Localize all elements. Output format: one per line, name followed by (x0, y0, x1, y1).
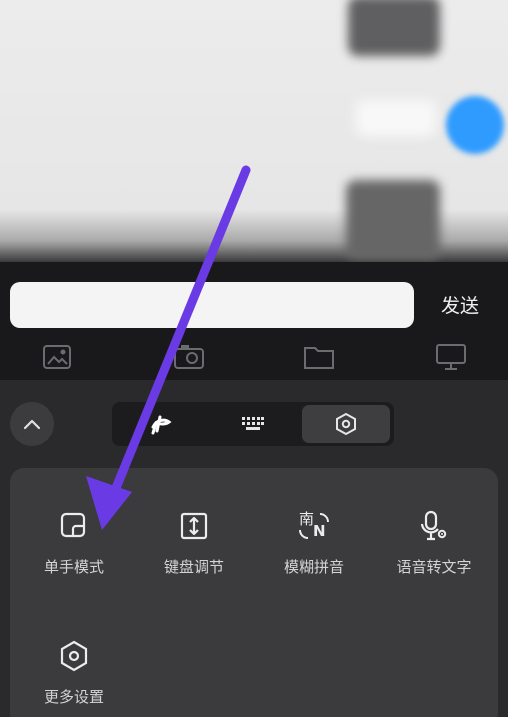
message-input[interactable] (10, 282, 414, 328)
camera-icon[interactable] (172, 340, 206, 374)
fuzzy-pinyin-icon: 南 N (296, 508, 332, 544)
chevron-up-icon (23, 419, 41, 430)
function-label: 语音转文字 (396, 558, 472, 576)
mic-settings-icon (420, 510, 447, 541)
folder-icon[interactable] (302, 340, 336, 374)
voice-to-text-button[interactable]: 语音转文字 (374, 508, 494, 608)
function-label: 更多设置 (43, 688, 104, 706)
blurred-message-bubble (356, 100, 436, 136)
one-hand-mode-button[interactable]: 单手模式 (14, 508, 134, 608)
more-settings-button[interactable]: 更多设置 (14, 638, 134, 717)
keyboard-mode-switch (112, 402, 394, 446)
resize-icon (180, 512, 208, 540)
hexagon-settings-icon (60, 640, 88, 672)
send-button[interactable]: 发送 (430, 288, 490, 324)
keyboard-settings-panel: 单手模式 键盘调节 南 N 模糊拼音 语音转文字 更多设置 (0, 380, 508, 717)
chat-history-area (0, 0, 508, 262)
one-hand-icon (60, 512, 86, 538)
function-label: 模糊拼音 (283, 558, 344, 576)
keyboard-mode-tab[interactable] (209, 405, 297, 443)
fuzzy-pinyin-button[interactable]: 南 N 模糊拼音 (254, 508, 374, 608)
blurred-image-message[interactable] (346, 180, 440, 260)
pinyin-logo-icon (151, 415, 172, 435)
message-composer: 发送 (0, 262, 508, 380)
function-label: 键盘调节 (163, 558, 224, 576)
hexagon-settings-icon (336, 412, 356, 436)
composer-toolbar (0, 340, 508, 376)
pinyin-mode-tab[interactable] (116, 405, 204, 443)
collapse-button[interactable] (10, 402, 54, 446)
image-icon[interactable] (40, 340, 74, 374)
settings-mode-tab[interactable] (302, 405, 390, 443)
keyboard-icon (242, 417, 264, 430)
blurred-image-message[interactable] (348, 0, 440, 56)
keyboard-adjust-button[interactable]: 键盘调节 (134, 508, 254, 608)
avatar[interactable] (446, 96, 504, 154)
function-label: 单手模式 (43, 558, 104, 576)
monitor-icon[interactable] (434, 340, 468, 374)
function-grid: 单手模式 键盘调节 南 N 模糊拼音 语音转文字 更多设置 (10, 468, 498, 717)
